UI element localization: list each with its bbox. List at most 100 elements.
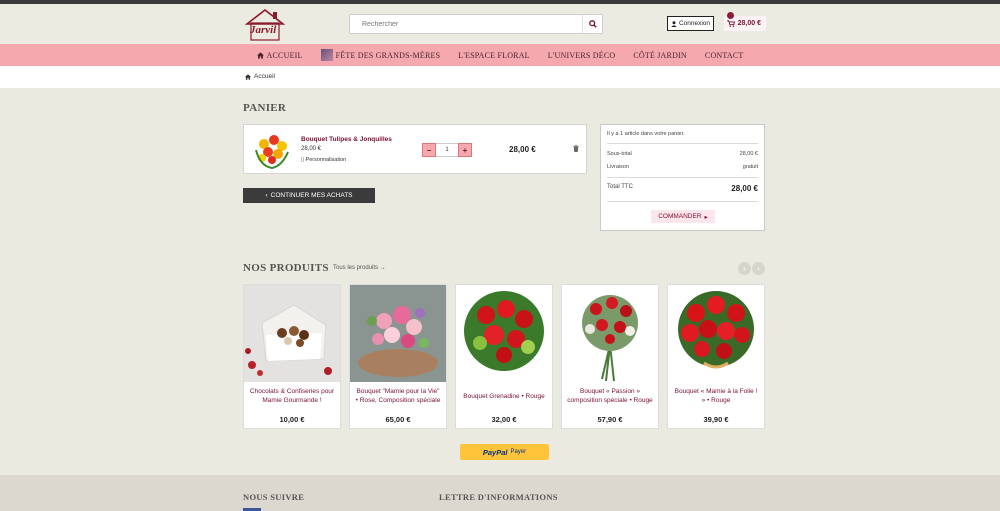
nav-label: FÊTE DES GRANDS-MÈRES [335,50,441,60]
carousel-next-button[interactable]: › [752,262,765,275]
login-label: Connexion [678,20,711,27]
paypal-label: Payer [510,449,527,455]
summary-count-text: Il y a 1 article dans votre panier. [607,131,685,137]
product-name[interactable]: Bouquet « Passion » composition spéciale… [562,382,658,410]
nav-label: ACCUEIL [266,50,303,60]
cart-button[interactable]: 28,00 € [724,12,766,31]
total-value: 28,00 € [731,184,758,193]
product-image[interactable] [244,285,340,382]
breadcrumb[interactable]: Accueil [245,73,275,80]
divider [607,177,758,178]
search-button[interactable] [582,15,602,33]
nav-item-fete-grands-meres[interactable]: FÊTE DES GRANDS-MÈRES [312,49,450,61]
product-image[interactable] [562,285,658,382]
divider [607,143,758,144]
subtotal-label: Sous-total [607,151,632,157]
subtotal-value: 28,00 € [739,151,758,157]
home-icon [245,73,251,80]
summary-shipping: Livraison gratuit [607,164,758,170]
products-title: NOS PRODUITS [243,262,329,274]
nav-item-espace-floral[interactable]: L'ESPACE FLORAL [449,51,539,60]
site-logo[interactable]: Jarvil [243,8,287,42]
carousel-controls: ‹ › [738,262,765,275]
logo-text: Jarvil [250,24,277,36]
cart-total: 28,00 € [737,20,761,27]
nav-item-accueil[interactable]: ACCUEIL [248,51,312,60]
product-card[interactable]: Bouquet « Passion » composition spéciale… [561,284,659,429]
search-input[interactable] [350,15,580,33]
chevron-right-icon: › [757,264,760,273]
product-card[interactable]: Bouquet "Mamie pour la Vie" • Rose, Comp… [349,284,447,429]
product-image[interactable] [456,285,552,382]
cart-icon [727,20,735,27]
nav-item-cote-jardin[interactable]: CÔTÉ JARDIN [624,51,696,60]
quantity-stepper: − 1 + [422,143,472,157]
nav-label: L'UNIVERS DÉCO [547,50,616,60]
product-price: 57,90 € [597,414,623,424]
paypal-logo: PayPal [482,447,508,457]
trash-icon [573,145,579,152]
shipping-label: Livraison [607,164,630,170]
increase-quantity-button[interactable]: + [458,143,472,157]
search-box [349,14,603,34]
product-image[interactable] [668,285,764,382]
product-card[interactable]: Bouquet « Mamie à la Folie ! » • Rouge 3… [667,284,765,429]
continue-label: CONTINUER MES ACHATS [270,192,353,199]
nav-label: L'ESPACE FLORAL [458,50,530,60]
cart-item-customization[interactable]: ▯ Personnalisation [301,157,346,163]
login-button[interactable]: Connexion [667,16,714,31]
checkout-label: COMMANDER [658,213,702,220]
summary-subtotal: Sous-total 28,00 € [607,151,758,157]
follow-title: NOUS SUIVRE [243,492,305,502]
header: Jarvil Connexion 28,00 € [0,4,1000,44]
all-products-link[interactable]: Tous les produits → [333,265,386,271]
attachment-icon: ▯ [301,157,305,163]
cart-item-price: 28,00 € [301,146,322,152]
continue-shopping-button[interactable]: ‹ CONTINUER MES ACHATS [243,188,375,203]
main-nav: ACCUEIL FÊTE DES GRANDS-MÈRES L'ESPACE F… [0,44,1000,66]
nav-label: CONTACT [704,50,744,60]
product-name[interactable]: Bouquet « Mamie à la Folie ! » • Rouge [668,382,764,410]
quantity-input[interactable]: 1 [436,143,458,157]
product-name[interactable]: Bouquet Grenadine • Rouge [456,382,552,410]
home-icon [256,51,264,59]
carousel-prev-button[interactable]: ‹ [738,262,751,275]
user-icon [671,20,677,27]
customization-label: Personnalisation [305,157,347,163]
summary-count: Il y a 1 article dans votre panier. [607,131,758,137]
product-image[interactable] [350,285,446,382]
divider [607,201,758,202]
nav-thumbnail [320,49,333,61]
product-card[interactable]: Chocolats & Confiseries pour Mamie Gourm… [243,284,341,429]
caret-right-icon: ▸ [704,213,708,221]
cart-title: PANIER [243,102,287,114]
product-name[interactable]: Bouquet "Mamie pour la Vie" • Rose, Comp… [350,382,446,410]
nav-item-contact[interactable]: CONTACT [696,51,753,60]
cart-item-total: 28,00 € [509,145,536,154]
breadcrumb-home: Accueil [254,73,275,80]
chevron-left-icon: ‹ [265,192,268,199]
nav-item-univers-deco[interactable]: L'UNIVERS DÉCO [539,51,625,60]
breadcrumb-bar: Accueil [0,66,1000,88]
cart-badge [727,12,734,19]
product-price: 10,00 € [279,414,305,424]
product-name[interactable]: Chocolats & Confiseries pour Mamie Gourm… [244,382,340,410]
total-label: Total TTC [607,184,633,190]
summary-total: Total TTC 28,00 € [607,184,758,193]
shipping-value: gratuit [742,164,758,170]
product-price: 32,00 € [491,414,517,424]
cart-item-image[interactable] [252,130,292,170]
nav-label: CÔTÉ JARDIN [633,50,687,60]
remove-item-button[interactable] [573,145,579,154]
footer: NOUS SUIVRE LETTRE D'INFORMATIONS [0,475,1000,511]
product-card[interactable]: Bouquet Grenadine • Rouge 32,00 € [455,284,553,429]
search-icon [588,20,597,28]
checkout-button[interactable]: COMMANDER ▸ [651,210,715,223]
cart-item-name[interactable]: Bouquet Tulipes & Jonquilles [301,136,392,143]
decrease-quantity-button[interactable]: − [422,143,436,157]
paypal-button[interactable]: PayPal Payer [460,444,549,460]
cart-item: Bouquet Tulipes & Jonquilles 28,00 € ▯ P… [243,124,587,174]
newsletter-title: LETTRE D'INFORMATIONS [439,492,558,502]
product-price: 65,00 € [385,414,411,424]
product-price: 39,90 € [703,414,729,424]
